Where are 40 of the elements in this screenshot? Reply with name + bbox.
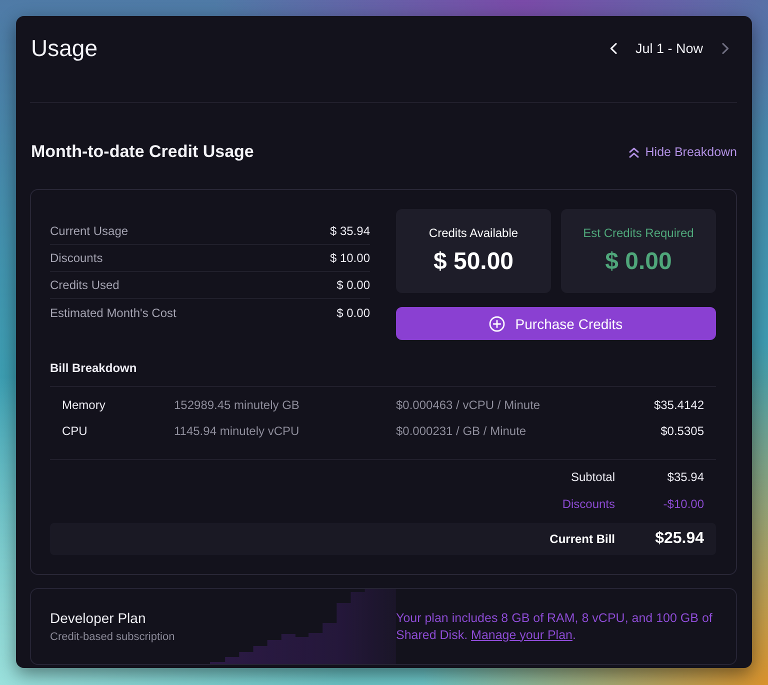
- summary-value: $ 0.00: [336, 278, 370, 292]
- usage-quantity: 1145.94 minutely vCPU: [174, 424, 300, 438]
- usage-quantity: 152989.45 minutely GB: [174, 398, 300, 412]
- purchase-credits-button[interactable]: Purchase Credits: [396, 307, 716, 340]
- unit-rate: $0.000463 / vCPU / Minute: [396, 398, 542, 412]
- current-bill-value: $25.94: [654, 530, 704, 548]
- stat-card-value: $ 0.00: [605, 248, 672, 276]
- summary-label: Current Usage: [50, 224, 128, 238]
- chevron-left-icon: [610, 42, 617, 54]
- summary-label: Estimated Month's Cost: [50, 306, 176, 320]
- summary-label: Discounts: [50, 251, 103, 265]
- line-amount: $0.5305: [660, 424, 704, 438]
- plus-circle-icon: [489, 316, 506, 332]
- plan-subtitle: Credit-based subscription: [50, 630, 176, 644]
- plan-name: Developer Plan: [50, 608, 147, 626]
- breakdown-toggle[interactable]: Hide Breakdown: [629, 145, 737, 159]
- bill-breakdown-title: Bill Breakdown: [50, 360, 138, 376]
- stat-card-value: $ 50.00: [433, 248, 514, 276]
- summary-label: Credits Used: [50, 278, 120, 292]
- chevron-right-icon: [722, 42, 728, 54]
- total-value: $35.94: [666, 470, 704, 484]
- total-label: Subtotal: [570, 470, 615, 484]
- section-title: Month-to-date Credit Usage: [31, 142, 254, 162]
- resource-name: CPU: [62, 424, 88, 438]
- unit-rate: $0.000231 / GB / Minute: [396, 424, 528, 438]
- summary-value: $ 35.94: [330, 224, 370, 238]
- page-title: Usage: [30, 34, 98, 63]
- stat-card-title: Est Credits Required: [583, 225, 694, 241]
- summary-value: $ 0.00: [336, 306, 370, 320]
- resource-name: Memory: [62, 398, 106, 412]
- double-chevron-up-icon: [629, 146, 640, 158]
- summary-value: $ 10.00: [330, 251, 370, 265]
- current-bill-label: Current Bill: [548, 532, 615, 546]
- discount-label: Discounts: [561, 496, 615, 510]
- stat-card-title: Credits Available: [428, 225, 518, 241]
- date-range: Jul 1 - Now: [635, 40, 703, 56]
- plan-description: Your plan includes 8 GB of RAM, 8 vCPU, and 100 GB of Shared Disk. Manage your Plan.: [396, 610, 714, 644]
- line-amount: $35.4142: [654, 398, 704, 412]
- discount-value: -$10.00: [662, 496, 704, 510]
- manage-plan-link[interactable]: Manage your Plan: [471, 628, 572, 642]
